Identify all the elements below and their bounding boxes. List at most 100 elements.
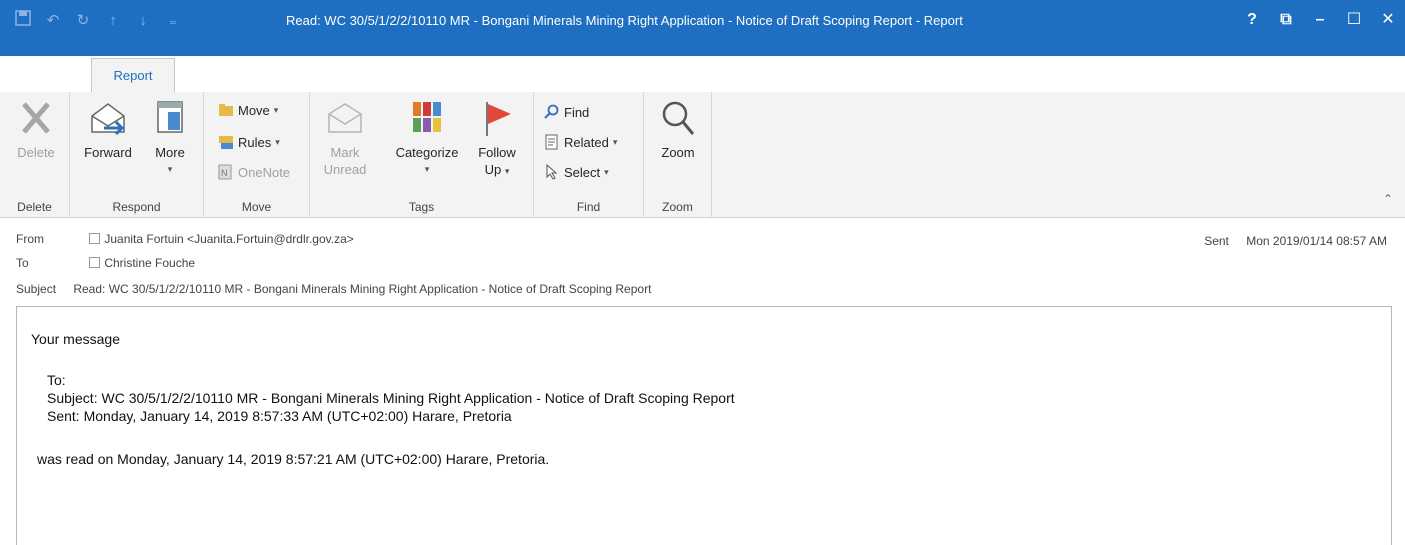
redo-icon[interactable]: ↻ bbox=[72, 10, 94, 32]
find-label: Find bbox=[564, 104, 590, 120]
related-label: Related bbox=[564, 134, 609, 150]
group-find: Find Related ▾ Select ▾ Find bbox=[534, 92, 644, 218]
close-button[interactable]: ✕ bbox=[1371, 6, 1405, 34]
to-value[interactable]: Christine Fouche bbox=[104, 256, 195, 270]
to-label: To bbox=[16, 256, 29, 270]
from-row: From Juanita Fortuin <Juanita.Fortuin@dr… bbox=[16, 232, 354, 246]
customize-icon[interactable]: ₌ bbox=[162, 10, 184, 32]
categorize-label: Categorize bbox=[395, 145, 459, 160]
minimize-button[interactable]: – bbox=[1303, 6, 1337, 34]
down-icon[interactable]: ↓ bbox=[132, 10, 154, 32]
body-read-line: was read on Monday, January 14, 2019 8:5… bbox=[37, 451, 550, 467]
contact-checkbox-icon bbox=[89, 233, 101, 244]
move-label: Move bbox=[238, 102, 270, 118]
select-button[interactable]: Select ▾ bbox=[544, 164, 609, 180]
message-header: From Juanita Fortuin <Juanita.Fortuin@dr… bbox=[0, 218, 1405, 304]
group-respond: Forward More ▾ Respond bbox=[70, 92, 204, 218]
body-original-details: To: Subject: WC 30/5/1/2/2/10110 MR - Bo… bbox=[47, 371, 735, 425]
categorize-dropdown-icon: ▾ bbox=[424, 164, 430, 174]
to-row: To Christine Fouche bbox=[16, 256, 195, 270]
window-title: Read: WC 30/5/1/2/2/10110 MR - Bongani M… bbox=[286, 13, 963, 28]
body-to-line: To: bbox=[47, 372, 66, 388]
body-subject-line: Subject: WC 30/5/1/2/2/10110 MR - Bongan… bbox=[47, 390, 735, 406]
group-label-zoom: Zoom bbox=[662, 200, 693, 214]
group-label-respond: Respond bbox=[112, 200, 161, 214]
categorize-icon bbox=[413, 102, 441, 132]
tab-file[interactable]: File bbox=[6, 58, 55, 92]
group-label-move: Move bbox=[241, 200, 272, 214]
delete-icon bbox=[22, 102, 50, 134]
quick-access-toolbar: ↶ ↻ ↑ ↓ ₌ bbox=[12, 10, 192, 32]
move-button[interactable]: Move ▾ bbox=[218, 102, 278, 118]
sent-row: Sent Mon 2019/01/14 08:57 AM bbox=[1204, 234, 1387, 248]
more-label: More bbox=[155, 145, 185, 160]
related-icon bbox=[545, 134, 558, 150]
select-dropdown-icon: ▾ bbox=[604, 166, 609, 177]
zoom-label: Zoom bbox=[661, 145, 695, 160]
select-label: Select bbox=[564, 164, 601, 180]
more-button[interactable]: More ▾ bbox=[148, 98, 192, 178]
message-body[interactable]: Your message To: Subject: WC 30/5/1/2/2/… bbox=[16, 306, 1392, 545]
save-icon[interactable] bbox=[12, 10, 34, 32]
mark-unread-icon bbox=[328, 103, 362, 133]
svg-text:N: N bbox=[221, 168, 228, 178]
folder-move-icon bbox=[219, 104, 233, 116]
collapse-ribbon-icon[interactable]: ⌃ bbox=[1383, 192, 1393, 206]
forward-icon bbox=[91, 103, 125, 136]
subject-value: Read: WC 30/5/1/2/2/10110 MR - Bongani M… bbox=[73, 282, 652, 296]
up-icon[interactable]: ↑ bbox=[102, 10, 124, 32]
group-delete: Delete Delete bbox=[0, 92, 70, 218]
sent-label: Sent bbox=[1204, 234, 1229, 248]
move-dropdown-icon: ▾ bbox=[273, 104, 279, 115]
more-dropdown-icon: ▾ bbox=[167, 164, 173, 174]
group-zoom: Zoom Zoom bbox=[644, 92, 712, 218]
follow-label: Follow bbox=[478, 145, 516, 160]
forward-label: Forward bbox=[84, 145, 132, 160]
sent-value: Mon 2019/01/14 08:57 AM bbox=[1246, 234, 1387, 248]
group-label-find: Find bbox=[576, 200, 601, 214]
ribbon: Delete Delete Forward More ▾ Respond Mov… bbox=[0, 92, 1405, 218]
mark-unread-button[interactable]: Mark Unread bbox=[322, 98, 368, 178]
unread-label: Unread bbox=[323, 162, 367, 177]
flag-icon bbox=[486, 102, 511, 136]
rules-icon bbox=[219, 136, 233, 149]
subject-row: Subject Read: WC 30/5/1/2/2/10110 MR - B… bbox=[16, 282, 651, 296]
onenote-icon: N bbox=[218, 164, 232, 180]
body-sent-line: Sent: Monday, January 14, 2019 8:57:33 A… bbox=[47, 408, 512, 424]
contact-checkbox-icon bbox=[89, 257, 101, 268]
ribbon-display-button[interactable]: ⧉ bbox=[1269, 6, 1303, 34]
related-button[interactable]: Related ▾ bbox=[544, 134, 617, 150]
rules-dropdown-icon: ▾ bbox=[275, 136, 280, 147]
rules-button[interactable]: Rules ▾ bbox=[218, 134, 280, 150]
delete-label: Delete bbox=[17, 145, 55, 160]
help-button[interactable]: ? bbox=[1235, 6, 1269, 34]
body-your-message: Your message bbox=[31, 331, 120, 347]
zoom-button[interactable]: Zoom bbox=[656, 98, 700, 161]
search-icon bbox=[544, 104, 559, 119]
more-icon bbox=[157, 101, 183, 133]
group-label-tags: Tags bbox=[408, 200, 435, 214]
up-label: Up ▾ bbox=[484, 162, 510, 177]
maximize-button[interactable]: ☐ bbox=[1337, 6, 1371, 34]
follow-up-button[interactable]: Follow Up ▾ bbox=[470, 98, 524, 180]
group-tags: Mark Unread Categorize ▾ Follow Up ▾ Tag… bbox=[310, 92, 534, 218]
undo-icon[interactable]: ↶ bbox=[42, 10, 64, 32]
delete-button[interactable]: Delete bbox=[14, 98, 58, 161]
window-controls: ? ⧉ – ☐ ✕ bbox=[1235, 6, 1405, 34]
from-value[interactable]: Juanita Fortuin <Juanita.Fortuin@drdlr.g… bbox=[104, 232, 353, 246]
tab-report[interactable]: Report bbox=[91, 58, 175, 92]
subject-label: Subject bbox=[16, 282, 57, 296]
zoom-icon bbox=[662, 101, 695, 135]
title-bar: ↶ ↻ ↑ ↓ ₌ Read: WC 30/5/1/2/2/10110 MR -… bbox=[0, 0, 1405, 92]
cursor-icon bbox=[546, 164, 558, 180]
group-move: Move ▾ Rules ▾ N OneNote Move bbox=[204, 92, 310, 218]
find-button[interactable]: Find bbox=[544, 104, 589, 120]
mark-label: Mark bbox=[330, 145, 360, 160]
categorize-button[interactable]: Categorize ▾ bbox=[390, 98, 464, 178]
related-dropdown-icon: ▾ bbox=[612, 136, 618, 147]
rules-label: Rules bbox=[238, 134, 272, 150]
onenote-button[interactable]: N OneNote bbox=[218, 164, 290, 180]
onenote-label: OneNote bbox=[238, 164, 291, 180]
forward-button[interactable]: Forward bbox=[78, 98, 138, 161]
from-label: From bbox=[16, 232, 44, 246]
